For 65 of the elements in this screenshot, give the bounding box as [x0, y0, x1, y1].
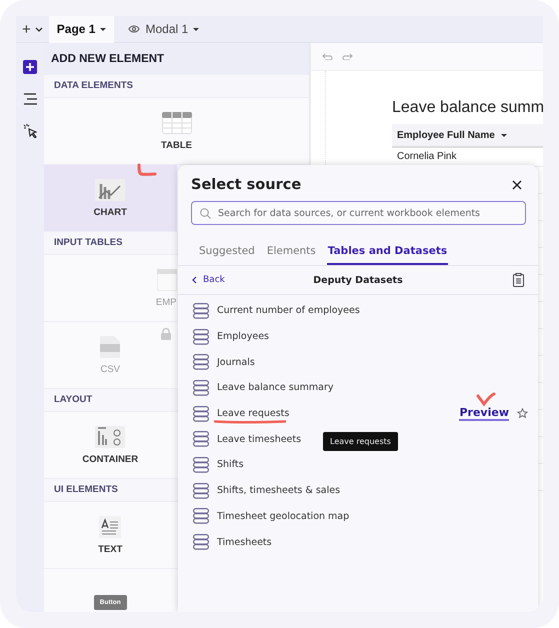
eye-icon: [128, 25, 140, 33]
cursor-icon: [23, 124, 37, 138]
annotation-underline-icon: [213, 419, 287, 424]
close-button[interactable]: [510, 178, 524, 192]
database-icon: [193, 508, 209, 524]
annotation-check-icon: [476, 392, 496, 408]
star-icon: [517, 408, 528, 420]
search-icon: [200, 208, 211, 219]
page-tab[interactable]: Modal 1: [120, 16, 208, 42]
panel-title: ADD NEW ELEMENT: [44, 43, 309, 75]
caret-icon: [500, 134, 507, 136]
folder-title: Deputy Datasets: [313, 274, 403, 286]
database-icon: [193, 380, 209, 396]
undo-icon: [322, 53, 333, 60]
table-title: Leave balance summ: [392, 99, 543, 117]
table-icon: [162, 112, 192, 134]
element-tile[interactable]: CHART: [44, 165, 176, 232]
preview-link[interactable]: Preview: [459, 406, 509, 421]
dataset-item[interactable]: Timesheets: [217, 536, 272, 548]
database-icon: [193, 534, 209, 550]
rail-button[interactable]: [22, 123, 38, 139]
tab[interactable]: Tables and Datasets: [326, 240, 448, 265]
tile-label: TABLE: [161, 140, 192, 150]
page-tab[interactable]: Page 1: [48, 16, 114, 42]
redo-icon: [342, 53, 353, 60]
dataset-item[interactable]: Journals: [217, 356, 255, 368]
dialog-title: Select source: [191, 177, 302, 193]
database-icon: [193, 406, 209, 422]
tooltip: Leave requests: [323, 432, 398, 450]
database-icon: [193, 302, 209, 319]
dataset-item[interactable]: Timesheet geolocation map: [217, 510, 350, 522]
tile-label: CHART: [94, 206, 127, 218]
caret-icon: [193, 28, 200, 30]
tile-label: EMP: [156, 296, 176, 308]
text-icon: [99, 516, 122, 538]
menu-icon: [23, 92, 37, 106]
dataset-item[interactable]: Current number of employees: [217, 305, 360, 316]
rail-button[interactable]: [22, 91, 38, 107]
caret-icon: [100, 28, 106, 30]
database-icon: [193, 328, 209, 345]
chevron-left-icon: [192, 276, 197, 284]
database-icon: [193, 354, 209, 370]
plus-icon: [23, 60, 37, 74]
tile-label: TEXT: [98, 544, 122, 554]
database-icon: [193, 456, 209, 473]
add-page-button[interactable]: +: [16, 20, 35, 38]
dataset-item[interactable]: Employees: [217, 331, 269, 342]
csv-file-icon: [100, 336, 120, 358]
clipboard-icon: [513, 273, 524, 287]
rail-button[interactable]: [22, 59, 38, 75]
annotation-mark-icon: [134, 163, 156, 177]
back-link[interactable]: Back: [192, 275, 225, 285]
column-header[interactable]: Employee Full Name: [392, 124, 543, 148]
chart-icon: [95, 178, 126, 200]
tile-label: CSV: [100, 364, 120, 374]
caret-icon: [34, 26, 43, 32]
dataset-item[interactable]: Leave timesheets: [217, 434, 302, 445]
dataset-item[interactable]: Shifts: [217, 459, 244, 470]
table-icon: [156, 268, 176, 290]
tile-label: CONTAINER: [82, 454, 138, 464]
database-icon: [193, 431, 209, 448]
database-icon: [193, 482, 209, 499]
search-field[interactable]: Search for data sources, or current workbook elements: [191, 201, 526, 225]
close-icon: [512, 180, 522, 190]
container-icon: [95, 426, 126, 448]
